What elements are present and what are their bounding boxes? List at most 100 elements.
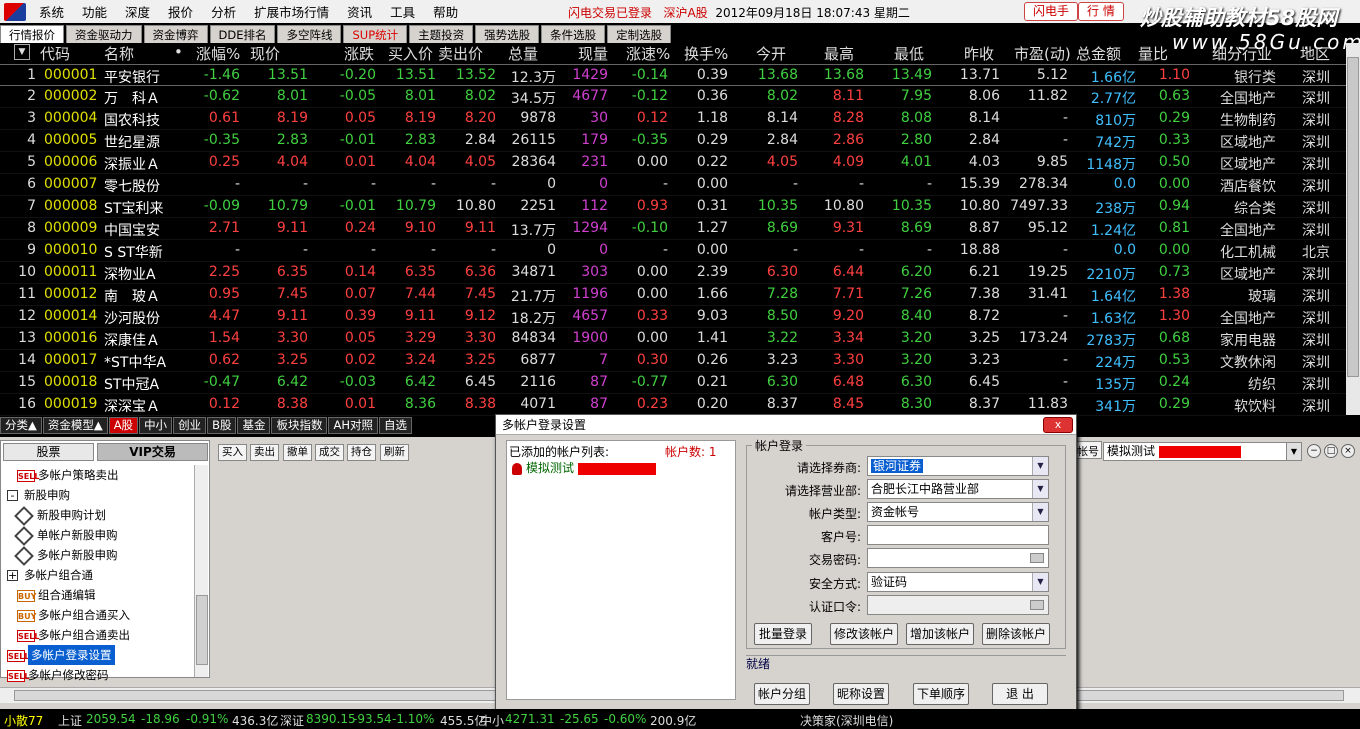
col-header-0[interactable]: 代码	[40, 43, 70, 64]
menu-tools[interactable]: 工具	[381, 2, 424, 21]
sell-button[interactable]: 卖出	[250, 444, 279, 461]
chevron-down-icon[interactable]: ▼	[1032, 480, 1048, 498]
table-row[interactable]: 15 000018 ST中冠A -0.47 6.42 -0.03 6.42 6.45 2116 8…	[0, 372, 1346, 394]
positions-button[interactable]: 持仓	[347, 444, 376, 461]
account-select[interactable]: 模拟测试 ▼	[1103, 442, 1302, 461]
col-header-12[interactable]: 今开	[756, 43, 786, 64]
table-row[interactable]: 8 000009 中国宝安 2.71 9.11 0.24 9.10 9.11 13.7万 1294…	[0, 218, 1346, 240]
col-header-8[interactable]: 总量	[508, 43, 538, 64]
col-header-7[interactable]: 卖出价	[438, 43, 483, 64]
keyboard-icon[interactable]	[1030, 600, 1044, 610]
add-account-button[interactable]: 增加该帐户	[906, 623, 974, 645]
tree-item[interactable]: - 新股申购	[3, 485, 193, 505]
tab-sup-stats[interactable]: SUP统计	[343, 25, 408, 43]
menu-quote[interactable]: 报价	[159, 2, 202, 21]
col-header-17[interactable]: 总金额	[1076, 43, 1121, 64]
table-row[interactable]: 14 000017 *ST中华A 0.62 3.25 0.02 3.24 3.25 6877 7 0…	[0, 350, 1346, 372]
tab-funds[interactable]: 基金	[237, 417, 271, 434]
col-header-2[interactable]: •	[174, 43, 183, 61]
chevron-down-icon[interactable]: ▼	[1032, 457, 1048, 475]
password-input[interactable]	[867, 548, 1049, 568]
tab-long-short[interactable]: 多空阵线	[277, 25, 342, 43]
menu-help[interactable]: 帮助	[424, 2, 467, 21]
tab-condition-pick[interactable]: 条件选股	[541, 25, 606, 43]
tab-vip-trade[interactable]: VIP交易	[97, 443, 208, 461]
table-row[interactable]: 12 000014 沙河股份 4.47 9.11 0.39 9.11 9.12 18.2万 465…	[0, 306, 1346, 328]
collapse-icon[interactable]: -	[7, 490, 18, 501]
tab-quotes[interactable]: 行情报价	[0, 25, 64, 43]
account-type-select[interactable]: 资金帐号 ▼	[867, 502, 1049, 522]
tab-fund-model[interactable]: 资金模型▲	[42, 417, 108, 434]
col-header-19[interactable]: 细分行业	[1212, 43, 1272, 64]
table-row[interactable]: 9 000010 S ST华新 - - - - - 0 0 - 0.00 - - - 18.88 - 0.0 0.0…	[0, 240, 1346, 262]
sidebar-scrollbar-thumb[interactable]	[196, 595, 208, 665]
col-header-3[interactable]: 涨幅%	[196, 43, 240, 64]
table-row[interactable]: 1 000001 平安银行 -1.46 13.51 -0.20 13.51 13.52 12.3…	[0, 64, 1346, 86]
table-scrollbar[interactable]	[1346, 43, 1360, 415]
menu-depth[interactable]: 深度	[116, 2, 159, 21]
dialog-close-button[interactable]: x	[1043, 417, 1073, 433]
tab-chinext[interactable]: 创业	[173, 417, 207, 434]
col-header-4[interactable]: 现价	[250, 43, 280, 64]
order-sequence-button[interactable]: 下单顺序	[913, 683, 969, 705]
tab-b-shares[interactable]: B股	[207, 417, 237, 434]
col-header-18[interactable]: 量比	[1138, 43, 1168, 64]
client-id-input[interactable]	[867, 525, 1049, 545]
col-header-13[interactable]: 最高	[824, 43, 854, 64]
tab-sector-index[interactable]: 板块指数	[271, 417, 328, 434]
nickname-button[interactable]: 昵称设置	[833, 683, 889, 705]
tree-item[interactable]: BUY 组合通编辑	[3, 585, 193, 605]
account-list[interactable]: 已添加的帐户列表: 帐户数: 1 模拟测试	[506, 440, 736, 700]
table-row[interactable]: 6 000007 零七股份 - - - - - 0 0 - 0.00 - - - 15.39 278.34 0.0…	[0, 174, 1346, 196]
scrollbar-thumb[interactable]	[1347, 57, 1359, 377]
flash-trade-button[interactable]: 闪电手	[1024, 2, 1079, 21]
col-header-16[interactable]: 市盈(动)	[1014, 43, 1071, 64]
tab-dde-rank[interactable]: DDE排名	[209, 25, 276, 43]
menu-extended-market[interactable]: 扩展市场行情	[245, 2, 338, 21]
tab-sme[interactable]: 中小	[139, 417, 173, 434]
tree-item[interactable]: SELL多帐户策略卖出	[3, 465, 193, 485]
col-header-20[interactable]: 地区	[1300, 43, 1330, 64]
minimize-icon[interactable]: −	[1307, 444, 1321, 458]
tab-fund-driver[interactable]: 资金驱动力	[66, 25, 142, 43]
buy-button[interactable]: 买入	[218, 444, 247, 461]
batch-login-button[interactable]: 批量登录	[754, 623, 812, 645]
col-header-5[interactable]: 涨跌	[344, 43, 374, 64]
modify-account-button[interactable]: 修改该帐户	[830, 623, 898, 645]
tab-theme-invest[interactable]: 主题投资	[409, 25, 474, 43]
tab-a-shares[interactable]: A股	[108, 417, 139, 434]
table-row[interactable]: 10 000011 深物业A 2.25 6.35 0.14 6.35 6.36 34871 303…	[0, 262, 1346, 284]
tree-item[interactable]: SELL多帐户修改密码	[3, 665, 193, 685]
tree-item[interactable]: SELL多帐户组合通卖出	[3, 625, 193, 645]
chevron-down-icon[interactable]: ▼	[1286, 443, 1301, 460]
tab-ah-compare[interactable]: AH对照	[328, 417, 378, 434]
menu-function[interactable]: 功能	[73, 2, 116, 21]
quote-button[interactable]: 行 情	[1078, 2, 1124, 21]
account-group-button[interactable]: 帐户分组	[754, 683, 810, 705]
tab-fund-game[interactable]: 资金博弈	[143, 25, 208, 43]
sidebar-scrollbar[interactable]	[194, 465, 208, 677]
broker-select[interactable]: 银河证券 ▼	[867, 456, 1049, 476]
tree-item[interactable]: + 多帐户组合通	[3, 565, 193, 585]
table-row[interactable]: 5 000006 深振业Ａ 0.25 4.04 0.01 4.04 4.05 28364 231 0…	[0, 152, 1346, 174]
col-header-14[interactable]: 最低	[894, 43, 924, 64]
table-row[interactable]: 2 000002 万 科Ａ -0.62 8.01 -0.05 8.01 8.02 34.5万 46…	[0, 86, 1346, 108]
col-header-10[interactable]: 涨速%	[626, 43, 670, 64]
table-row[interactable]: 16 000019 深深宝Ａ 0.12 8.38 0.01 8.36 8.38 4071 87 0.…	[0, 394, 1346, 416]
col-header-1[interactable]: 名称	[104, 43, 134, 64]
account-list-item[interactable]: 模拟测试	[512, 459, 657, 476]
table-row[interactable]: 4 000005 世纪星源 -0.35 2.83 -0.01 2.83 2.84 26115 17…	[0, 130, 1346, 152]
tree-item[interactable]: 新股申购计划	[3, 505, 193, 526]
table-row[interactable]: 7 000008 ST宝利来 -0.09 10.79 -0.01 10.79 10.80 225…	[0, 196, 1346, 218]
tab-strong-pick[interactable]: 强势选股	[475, 25, 540, 43]
tab-stocks[interactable]: 股票	[3, 443, 95, 461]
close-icon[interactable]: ×	[1341, 444, 1355, 458]
exit-button[interactable]: 退 出	[992, 683, 1048, 705]
deals-button[interactable]: 成交	[315, 444, 344, 461]
col-header-9[interactable]: 现量	[578, 43, 608, 64]
keyboard-icon[interactable]	[1030, 553, 1044, 563]
table-row[interactable]: 13 000016 深康佳Ａ 1.54 3.30 0.05 3.29 3.30 84834 190…	[0, 328, 1346, 350]
menu-analysis[interactable]: 分析	[202, 2, 245, 21]
col-header-11[interactable]: 换手%	[684, 43, 728, 64]
table-row[interactable]: 3 000004 国农科技 0.61 8.19 0.05 8.19 8.20 9878 30 0.1…	[0, 108, 1346, 130]
